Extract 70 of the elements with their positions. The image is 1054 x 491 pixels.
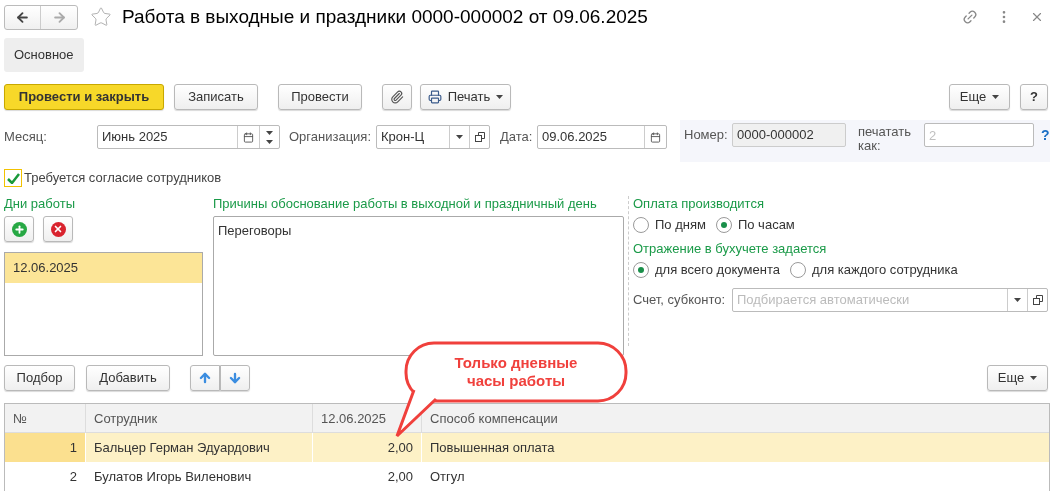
month-field[interactable]: Июнь 2025 bbox=[97, 125, 280, 149]
field-label: печатать как: bbox=[858, 125, 913, 153]
caret-icon bbox=[456, 135, 463, 139]
help-button[interactable]: ? bbox=[1020, 84, 1048, 110]
print-button[interactable]: Печать bbox=[420, 84, 511, 110]
field-label: Организация: bbox=[289, 128, 373, 147]
caret-icon bbox=[992, 95, 1000, 99]
move-up-button[interactable] bbox=[190, 365, 220, 391]
check-icon bbox=[6, 172, 20, 184]
checkbox-label: Требуется согласие сотрудников bbox=[24, 169, 222, 188]
table-row[interactable]: 1 Бальцер Герман Эдуардович 2,00 Повышенная оплата bbox=[5, 433, 1049, 462]
more-button[interactable]: Еще bbox=[949, 84, 1010, 110]
section-title: Отражение в бухучете задается bbox=[633, 241, 828, 257]
toolbar-button[interactable]: Записать bbox=[174, 84, 258, 110]
radio-option[interactable]: для каждого сотрудника bbox=[790, 260, 958, 280]
pick-button[interactable]: Подбор bbox=[4, 365, 75, 391]
forward-arrow-icon bbox=[51, 9, 67, 25]
attach-button[interactable] bbox=[382, 84, 412, 110]
more-button[interactable]: Еще bbox=[987, 365, 1048, 391]
add-row-button[interactable]: Добавить bbox=[86, 365, 170, 391]
field-label: Дата: bbox=[500, 128, 534, 147]
spin-up-icon bbox=[266, 130, 273, 135]
column-header[interactable]: № bbox=[5, 404, 85, 432]
table-cell: Отгул bbox=[421, 462, 1049, 491]
list-item[interactable]: 12.06.2025 bbox=[5, 253, 202, 283]
field-label: Месяц: bbox=[4, 128, 48, 147]
table-cell: 1 bbox=[5, 433, 85, 462]
section-title: Причины обоснование работы в выходной и праздничный день bbox=[213, 196, 598, 212]
add-button[interactable] bbox=[4, 216, 34, 242]
spin-down-icon bbox=[266, 139, 273, 144]
open-form-icon bbox=[474, 132, 485, 142]
post-and-close-button[interactable]: Провести и закрыть bbox=[4, 84, 164, 110]
column-header[interactable]: Сотрудник bbox=[85, 404, 312, 432]
table-cell-text: 2 bbox=[68, 468, 78, 486]
calendar-icon bbox=[243, 131, 254, 143]
window-title: Работа в выходные и праздники 0000-000002 от 09.06.2025 bbox=[122, 4, 648, 29]
radio-option[interactable]: По дням bbox=[633, 215, 706, 235]
table-cell: 2,00 bbox=[312, 462, 421, 491]
field-label: Счет, субконто: bbox=[633, 291, 727, 310]
back-arrow-icon bbox=[15, 9, 30, 25]
caret-icon bbox=[1014, 298, 1021, 302]
paperclip-icon bbox=[390, 90, 404, 104]
help-link[interactable]: ? bbox=[1041, 123, 1050, 147]
calendar-icon bbox=[650, 131, 661, 143]
radio-button[interactable] bbox=[633, 217, 649, 233]
checkbox[interactable] bbox=[4, 169, 22, 187]
radio-option[interactable]: для всего документа bbox=[633, 260, 780, 280]
number-field[interactable]: 0000-000002 bbox=[732, 123, 846, 147]
delete-button[interactable] bbox=[43, 216, 73, 242]
organization-field[interactable]: Крон-Ц bbox=[376, 125, 490, 149]
move-down-button[interactable] bbox=[220, 365, 250, 391]
radio-option[interactable]: По часам bbox=[715, 215, 795, 235]
section-title: Дни работы bbox=[4, 196, 76, 212]
radio-button[interactable] bbox=[790, 262, 806, 278]
print-as-field[interactable]: 2 bbox=[924, 123, 1034, 147]
close-icon[interactable] bbox=[1030, 10, 1044, 24]
callout-text: Только дневные часы работы bbox=[453, 354, 579, 390]
field-label: Номер: bbox=[684, 126, 729, 144]
caret-icon bbox=[496, 95, 504, 99]
printer-icon bbox=[427, 90, 442, 104]
star-icon[interactable] bbox=[90, 6, 112, 28]
tab[interactable]: Основное bbox=[4, 38, 84, 72]
caret-icon bbox=[1030, 376, 1038, 380]
section-title: Оплата производится bbox=[633, 196, 765, 212]
table-cell: Булатов Игорь Виленович bbox=[85, 462, 312, 491]
radio-button[interactable] bbox=[715, 217, 732, 233]
radio-button[interactable] bbox=[633, 262, 649, 278]
open-form-icon bbox=[1032, 295, 1043, 305]
date-field[interactable]: 09.06.2025 bbox=[537, 125, 667, 149]
toolbar-button[interactable]: Провести bbox=[278, 84, 362, 110]
